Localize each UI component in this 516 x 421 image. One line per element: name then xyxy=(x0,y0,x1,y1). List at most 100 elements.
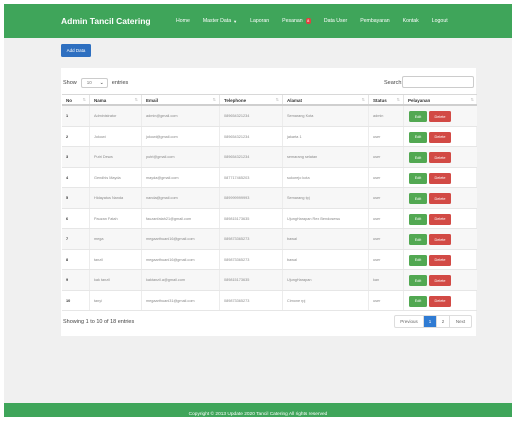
nav-kontak[interactable]: Kontak xyxy=(403,18,419,24)
cell-alamat: sukorejo kota xyxy=(283,167,369,187)
cell-nama: mega xyxy=(90,229,142,249)
cell-no: 7 xyxy=(62,229,90,249)
table-row: 3 Putri Dewa putri@gmail.com 089654321234 se… xyxy=(62,147,477,168)
edit-button[interactable]: Edit xyxy=(409,254,427,266)
cell-email: mayda@gmail.com xyxy=(142,167,220,187)
cell-nama: Hidayatus Nanda xyxy=(90,188,142,208)
cell-status: user xyxy=(369,208,404,228)
cell-no: 9 xyxy=(62,270,90,290)
delete-button[interactable]: Delete xyxy=(429,254,451,266)
cell-email: megaarthuani16@gmail.com xyxy=(142,249,220,269)
delete-button[interactable]: Delete xyxy=(429,275,451,286)
cell-email: megaarthuani31@gmail.com xyxy=(142,290,220,310)
delete-button[interactable]: Delete xyxy=(429,172,451,184)
delete-button[interactable]: Delete xyxy=(429,193,451,204)
cell-telephone: 089654321234 xyxy=(220,147,283,167)
delete-button[interactable]: Delete xyxy=(429,131,451,143)
cell-alamat: bawal xyxy=(283,249,369,269)
users-table: No ⇅ Nama ⇅ Email ⇅ Telephone ⇅ Alamat ⇅ Stat… xyxy=(62,94,477,311)
sort-arrows-icon: ⇅ xyxy=(275,97,279,102)
brand-title[interactable]: Admin Tancil Catering xyxy=(61,16,151,26)
cell-telephone: 089654321234 xyxy=(220,126,283,146)
edit-button[interactable]: Edit xyxy=(409,131,427,143)
column-header-label: No xyxy=(66,98,72,103)
cell-actions: Edit Delete xyxy=(404,229,477,249)
pagination-page-1[interactable]: 1 xyxy=(424,316,437,327)
column-header-label: Status xyxy=(373,98,387,103)
nav-pesanan[interactable]: Pesanan 8 xyxy=(282,18,311,24)
pagination-page-2[interactable]: 2 xyxy=(437,316,450,327)
cell-nama: Administrator xyxy=(90,106,142,126)
cell-nama: Pauzan Fatah xyxy=(90,208,142,228)
cell-email: putri@gmail.com xyxy=(142,147,220,167)
cell-email: kaktanzil.a@gmail.com xyxy=(142,270,220,290)
cell-no: 3 xyxy=(62,147,90,167)
cell-nama: Gendhis Mayda xyxy=(90,167,142,187)
edit-button[interactable]: Edit xyxy=(409,193,427,204)
sort-arrows-icon: ⇅ xyxy=(470,97,474,102)
app-window: Admin Tancil Catering Home Master Data ▼… xyxy=(4,4,512,417)
cell-alamat: bawal xyxy=(283,229,369,249)
column-header-label: Email xyxy=(146,98,159,103)
edit-button[interactable]: Edit xyxy=(409,111,427,122)
nav-laporan[interactable]: Laporan xyxy=(250,18,269,24)
nav-master-data[interactable]: Master Data ▼ xyxy=(203,18,237,24)
column-header-email[interactable]: Email ⇅ xyxy=(142,95,220,104)
table-row: 4 Gendhis Mayda mayda@gmail.com 08771746520… xyxy=(62,167,477,188)
table-row: 8 tanzil megaarthuani16@gmail.com 089873365… xyxy=(62,249,477,270)
nav-logout[interactable]: Logout xyxy=(432,18,448,24)
edit-button[interactable]: Edit xyxy=(409,152,427,163)
cell-actions: Edit Delete xyxy=(404,270,477,290)
edit-button[interactable]: Edit xyxy=(409,275,427,286)
footer: Copyright © 2013 Update 2020 Tancil Cate… xyxy=(4,403,512,417)
delete-button[interactable]: Delete xyxy=(429,234,451,245)
column-header-status[interactable]: Status ⇅ xyxy=(369,95,404,104)
cell-alamat: semarang selatan xyxy=(283,147,369,167)
entries-select[interactable]: 10 ⌄ xyxy=(80,78,108,88)
pagination-next[interactable]: Next xyxy=(450,316,471,327)
cell-no: 6 xyxy=(62,208,90,228)
cell-nama: tanzil xyxy=(90,249,142,269)
nav-data-user[interactable]: Data User xyxy=(324,18,347,24)
nav-pembayaran[interactable]: Pembayaran xyxy=(360,18,389,24)
search-input[interactable] xyxy=(402,76,474,88)
cell-status: kan xyxy=(369,270,404,290)
delete-button[interactable]: Delete xyxy=(429,152,451,163)
table-row: 2 Jokowi jokowi@gmail.com 089654321234 jakar… xyxy=(62,126,477,147)
cell-email: nanda@gmail.com xyxy=(142,188,220,208)
cell-actions: Edit Delete xyxy=(404,209,477,229)
sort-arrows-icon: ⇅ xyxy=(134,97,138,102)
pagination-previous[interactable]: Previous xyxy=(395,316,424,327)
nav-master-data-label: Master Data xyxy=(202,18,232,24)
data-table-panel: Show 10 ⌄ entries Search: No ⇅ Nama ⇅ Emai… xyxy=(61,68,477,336)
edit-button[interactable]: Edit xyxy=(409,234,427,245)
column-header-nama[interactable]: Nama ⇅ xyxy=(90,95,142,104)
column-header-alamat[interactable]: Alamat ⇅ xyxy=(283,95,369,104)
cell-status: admin xyxy=(369,106,404,126)
cell-telephone: 089654321234 xyxy=(220,106,283,126)
cell-no: 5 xyxy=(62,188,90,208)
delete-button[interactable]: Delete xyxy=(429,111,451,122)
delete-button[interactable]: Delete xyxy=(429,295,451,307)
column-header-no[interactable]: No ⇅ xyxy=(62,95,90,104)
add-data-button[interactable]: Add Data xyxy=(61,44,91,57)
nav-home[interactable]: Home xyxy=(176,18,190,24)
cell-email: megaarthuani16@gmail.com xyxy=(142,229,220,249)
edit-button[interactable]: Edit xyxy=(409,213,427,225)
table-row: 7 mega megaarthuani16@gmail.com 08987336527… xyxy=(62,229,477,250)
sort-arrows-icon: ⇅ xyxy=(396,97,400,102)
table-body: 1 Administrator admin@gmail.com 08965432123… xyxy=(62,106,477,311)
cell-nama: tanyi xyxy=(90,290,142,310)
cell-actions: Edit Delete xyxy=(404,250,477,270)
cell-alamat: UjungHarapan xyxy=(283,270,369,290)
edit-button[interactable]: Edit xyxy=(409,172,427,184)
table-header: No ⇅ Nama ⇅ Email ⇅ Telephone ⇅ Alamat ⇅ Stat… xyxy=(62,95,477,106)
column-header-pelayanan[interactable]: Pelayanan ⇅ xyxy=(404,95,477,104)
cell-email: admin@gmail.com xyxy=(142,106,220,126)
edit-button[interactable]: Edit xyxy=(409,295,427,307)
column-header-telephone[interactable]: Telephone ⇅ xyxy=(220,95,283,104)
delete-button[interactable]: Delete xyxy=(429,213,451,225)
cell-actions: Edit Delete xyxy=(404,188,477,208)
cell-status: user xyxy=(369,290,404,310)
cell-actions: Edit Delete xyxy=(404,127,477,147)
